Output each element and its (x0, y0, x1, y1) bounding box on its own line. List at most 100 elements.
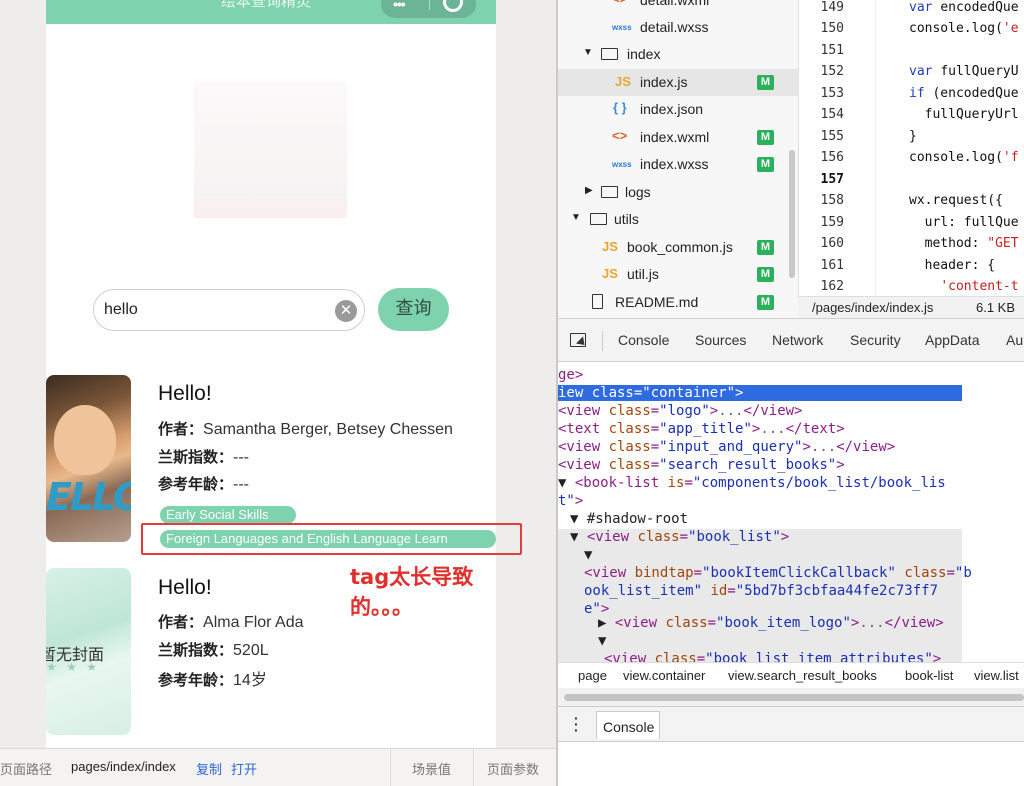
code-line[interactable]: header: { (909, 258, 995, 273)
dom-node[interactable]: <view class="search_result_books"> (558, 457, 845, 473)
dom-node[interactable]: <view bindtap="bookItemClickCallback" cl… (584, 565, 972, 581)
dom-node-selected[interactable]: iew class="container"> (558, 385, 962, 401)
dom-node[interactable]: <text class="app_title">...</text> (558, 421, 845, 437)
file-tree-scrollbar[interactable] (789, 150, 795, 278)
tab-audits[interactable]: Au (1006, 332, 1023, 348)
breadcrumb-item[interactable]: view.list (974, 668, 1019, 683)
file-tree: <> detail.wxml wxss detail.wxss ▼ index … (558, 0, 798, 318)
code-line[interactable]: if (encodedQue (909, 86, 1019, 101)
search-input[interactable]: hello ✕ (93, 289, 365, 331)
file-icon (592, 294, 603, 309)
code-text: encodedQue (940, 0, 1019, 15)
breadcrumb-item[interactable]: page (578, 668, 607, 683)
file-item[interactable]: wxss index.wxss M (558, 151, 798, 178)
page-path: pages/index/index (71, 759, 176, 774)
file-item[interactable]: JS util.js M (558, 261, 798, 288)
dom-node[interactable]: ▼ (598, 633, 606, 649)
folder-item[interactable]: ▼ index (558, 41, 798, 68)
code-string: 'e (1002, 21, 1019, 36)
dom-node[interactable]: ▼ (584, 547, 592, 563)
author-label: 作者： (158, 420, 204, 438)
breadcrumb-item[interactable]: book-list (905, 668, 953, 683)
folder-item[interactable]: ▼ utils (558, 206, 798, 233)
scene-value-button[interactable]: 场景值 (412, 759, 451, 778)
dom-node[interactable]: <view class="logo">...</view> (558, 403, 803, 419)
folder-item[interactable]: ▶ logs (558, 179, 798, 206)
lexile-label: 兰斯指数： (158, 641, 234, 659)
kebab-menu-icon[interactable]: · · · (574, 711, 579, 737)
dom-node[interactable]: ▶ <view class="book_item_logo">...</view… (598, 615, 944, 631)
dom-node[interactable]: <view class="book_list_item_attributes"> (604, 651, 941, 662)
tab-console[interactable]: Console (618, 332, 669, 348)
file-item[interactable]: JS book_common.js M (558, 234, 798, 261)
dom-node[interactable]: <view class="input_and_query">...</view> (558, 439, 895, 455)
code-keyword: var (909, 0, 941, 15)
dom-node[interactable]: ge> (558, 367, 583, 383)
line-number: 160 (820, 236, 844, 251)
page-params-button[interactable]: 页面参数 (487, 759, 539, 778)
more-icon[interactable]: ••• (393, 0, 406, 12)
open-link[interactable]: 打开 (231, 759, 257, 778)
code-line[interactable]: method: "GET (909, 236, 1019, 251)
tab-security[interactable]: Security (850, 332, 901, 348)
caret-right-icon[interactable]: ▶ (585, 185, 593, 196)
tab-appdata[interactable]: AppData (925, 332, 979, 348)
breadcrumb-item[interactable]: view.search_result_books (728, 668, 877, 683)
code-line[interactable]: 'content-t (909, 279, 1018, 294)
devtools-window: 绘本查询精灵 ••• hello ✕ 查询 ELLO! Hello! 作者：Sa… (0, 0, 1024, 786)
code-text: fullQueryU (940, 64, 1019, 79)
tab-sources[interactable]: Sources (695, 332, 746, 348)
scrollbar-thumb[interactable] (564, 694, 1024, 701)
book-lexile: 兰斯指数：--- (158, 446, 249, 467)
lexile-value: 520L (233, 642, 269, 659)
code-line[interactable]: var fullQueryU (909, 64, 1019, 79)
caret-down-icon[interactable]: ▼ (583, 47, 593, 58)
cover-face-graphic (54, 405, 116, 475)
file-item[interactable]: { } index.json (558, 96, 798, 123)
elements-dom-tree[interactable]: ge> iew class="container"> <view class="… (558, 362, 1024, 662)
caret-down-icon[interactable]: ▼ (571, 212, 581, 223)
code-line[interactable]: console.log('e (909, 21, 1019, 36)
code-editor[interactable]: 149 150 151 152 153 154 155 156 157 158 … (798, 0, 1024, 296)
dom-node[interactable]: ▼ #shadow-root (570, 511, 688, 527)
horizontal-scrollbar[interactable] (558, 688, 1024, 706)
inspect-element-icon[interactable] (570, 333, 586, 347)
code-text: (encodedQue (932, 86, 1019, 101)
book-title[interactable]: Hello! (158, 576, 212, 600)
file-item-selected[interactable]: JS index.js M (558, 69, 798, 96)
code-line[interactable]: var encodedQue (909, 0, 1019, 15)
file-item[interactable]: <> index.wxml M (558, 124, 798, 151)
code-line[interactable]: url: fullQue (909, 215, 1019, 230)
tab-network[interactable]: Network (772, 332, 823, 348)
code-line[interactable]: fullQueryUrl (909, 107, 1019, 122)
annotation-line: tag太长导致 (350, 565, 474, 589)
file-item[interactable]: wxss detail.wxss (558, 14, 798, 41)
dom-node[interactable]: t"> (558, 493, 583, 509)
code-line[interactable]: } (909, 129, 917, 144)
clear-icon[interactable]: ✕ (335, 300, 357, 322)
book-cover-image[interactable]: ELLO! (46, 375, 131, 542)
dom-node[interactable]: ook_list_item" id="5bd7bf3cbfaa44fe2c73f… (584, 583, 938, 599)
drawer-tab-console[interactable]: Console (596, 711, 660, 739)
book-cover-placeholder[interactable]: 暂无封面 ★ ★ ★ (46, 568, 131, 735)
breadcrumb-item[interactable]: view.container (623, 668, 705, 683)
console-area[interactable] (558, 742, 1024, 786)
search-input-value[interactable]: hello (104, 301, 138, 319)
line-number: 158 (820, 193, 844, 208)
capsule-menu[interactable]: ••• (381, 0, 476, 18)
dom-node[interactable]: ▼ <book-list is="components/book_list/bo… (558, 475, 946, 491)
code-line[interactable]: console.log('f (909, 150, 1019, 165)
copy-link[interactable]: 复制 (196, 759, 222, 778)
phone-screen: 绘本查询精灵 ••• hello ✕ 查询 ELLO! Hello! 作者：Sa… (46, 0, 496, 748)
file-size: 6.1 KB (976, 300, 1016, 315)
code-line[interactable]: wx.request({ (909, 193, 1003, 208)
close-circle-icon[interactable] (443, 0, 463, 12)
code-string: 'f (1002, 150, 1019, 165)
book-title[interactable]: Hello! (158, 382, 212, 406)
file-item[interactable]: README.md M (558, 289, 798, 316)
query-button[interactable]: 查询 (378, 288, 449, 331)
line-number: 161 (820, 258, 844, 273)
file-item[interactable]: <> detail.wxml (558, 0, 798, 14)
dom-node[interactable]: ▼ <view class="book_list"> (570, 529, 789, 545)
capsule-divider (429, 0, 430, 10)
